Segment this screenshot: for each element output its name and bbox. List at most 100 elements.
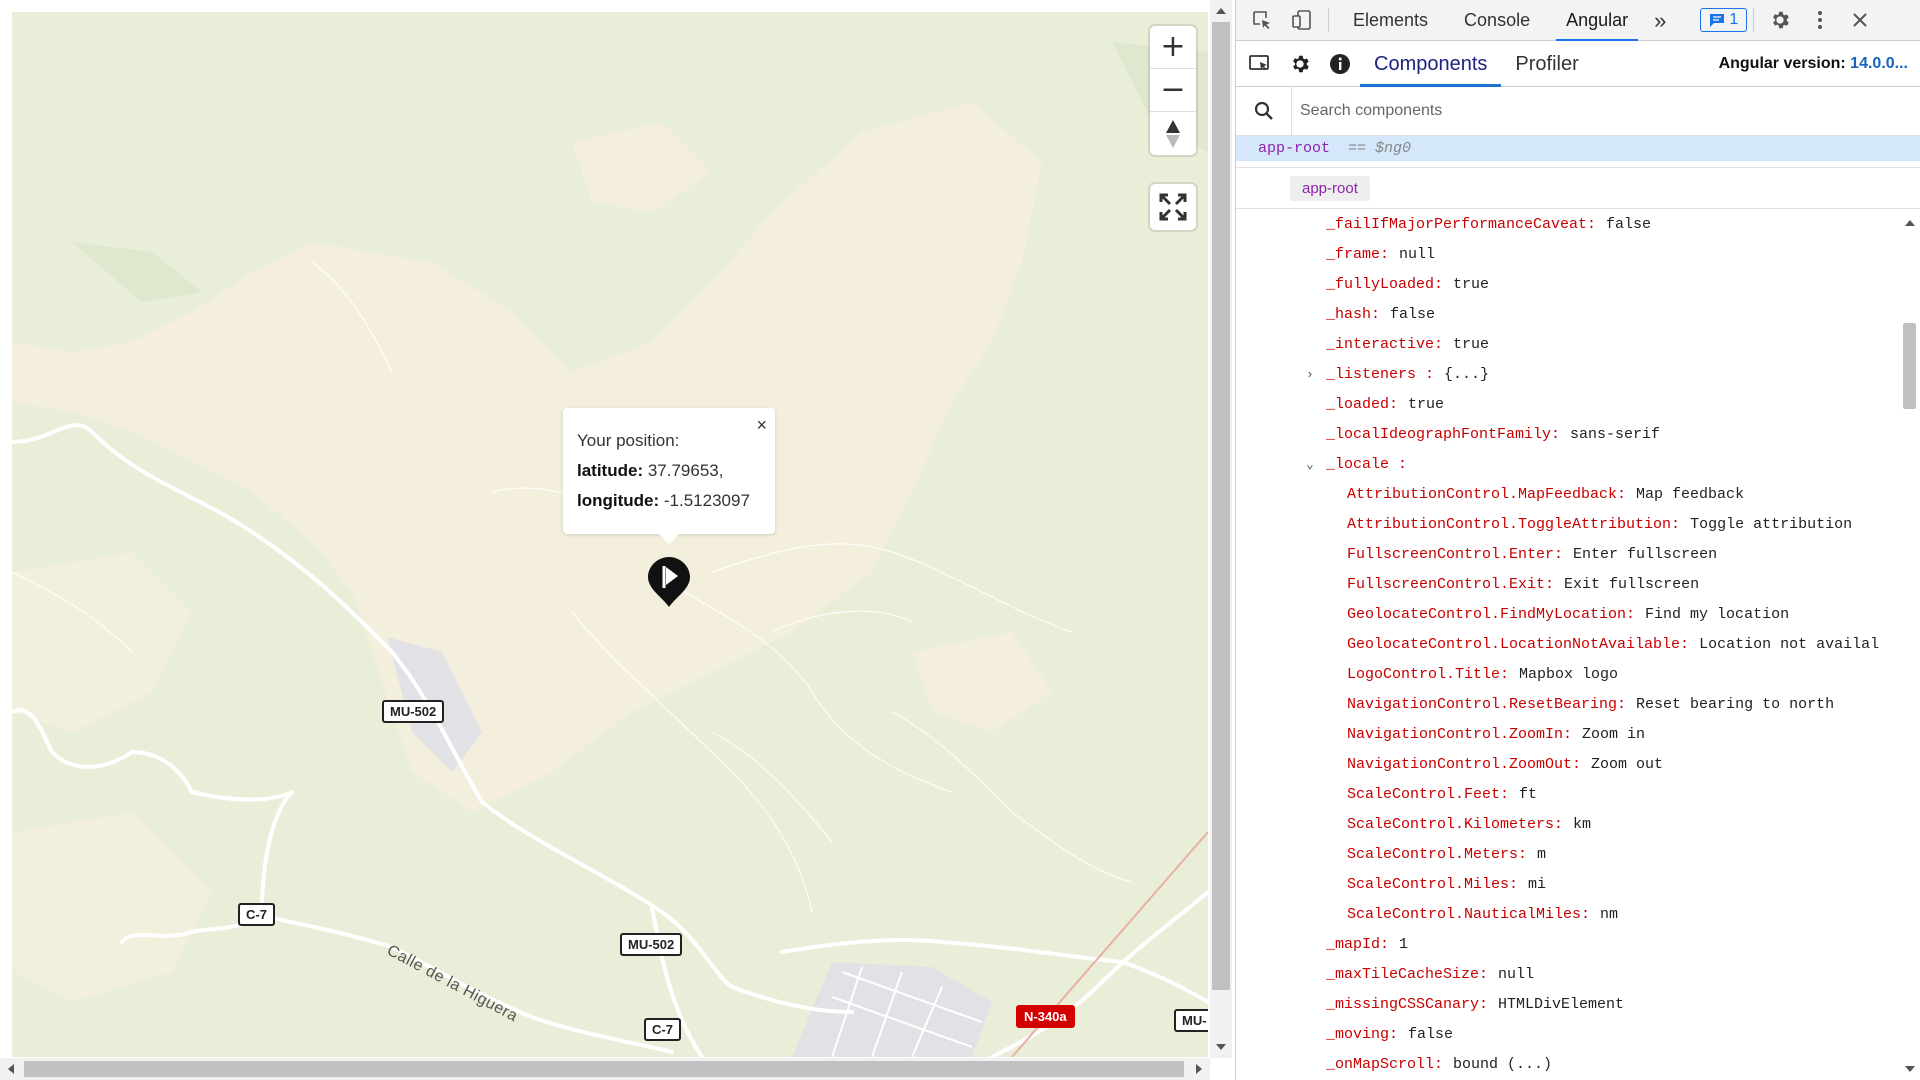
property-value: null <box>1498 966 1535 983</box>
position-popup: × Your position: latitude: 37.79653, lon… <box>563 408 775 544</box>
property-key: _listeners : <box>1326 366 1435 383</box>
property-row[interactable]: › _listeners : {...} <box>1236 360 1899 390</box>
property-key: _hash: <box>1326 306 1381 323</box>
property-key: AttributionControl.ToggleAttribution: <box>1347 516 1681 533</box>
map-canvas[interactable]: MU-502 MU-502 C-7 C-7 N-340a MU- Calle d… <box>12 12 1208 1057</box>
property-key: ScaleControl.Kilometers: <box>1347 816 1564 833</box>
close-devtools-icon[interactable] <box>1840 0 1880 40</box>
property-row: _moving: false <box>1236 1020 1899 1050</box>
property-value: km <box>1573 816 1592 833</box>
message-icon <box>1710 14 1725 27</box>
divider <box>1753 8 1755 32</box>
property-value: false <box>1408 1026 1454 1043</box>
zoom-in-button[interactable]: + <box>1150 26 1196 69</box>
scroll-down-icon[interactable] <box>1216 1044 1226 1050</box>
property-row: _frame: null <box>1236 240 1899 270</box>
kebab-menu-icon[interactable] <box>1800 0 1840 40</box>
property-row: _localIdeographFontFamily: sans-serif <box>1236 420 1899 450</box>
issues-count: 1 <box>1729 11 1739 28</box>
map-pane: MU-502 MU-502 C-7 C-7 N-340a MU- Calle d… <box>0 0 1235 1080</box>
device-toolbar-icon[interactable] <box>1282 0 1322 40</box>
scroll-down-icon[interactable] <box>1905 1066 1915 1072</box>
zoom-out-button[interactable]: − <box>1150 69 1196 112</box>
search-input[interactable] <box>1292 102 1852 120</box>
property-key: _loaded: <box>1326 396 1399 413</box>
property-value: Mapbox logo <box>1519 666 1619 683</box>
property-key: _moving: <box>1326 1026 1399 1043</box>
scroll-up-icon[interactable] <box>1216 8 1226 14</box>
property-row: _failIfMajorPerformanceCaveat: false <box>1236 210 1899 240</box>
property-key: _frame: <box>1326 246 1390 263</box>
property-key: _fullyLoaded: <box>1326 276 1444 293</box>
tab-angular[interactable]: Angular <box>1548 0 1646 41</box>
issues-badge[interactable]: 1 <box>1700 8 1748 32</box>
compass-icon <box>1166 119 1180 148</box>
property-value: false <box>1606 216 1652 233</box>
property-key: _maxTileCacheSize: <box>1326 966 1489 983</box>
property-value: Map feedback <box>1636 486 1745 503</box>
property-value: Enter fullscreen <box>1573 546 1718 563</box>
tab-console[interactable]: Console <box>1446 0 1548 41</box>
close-icon[interactable]: × <box>756 410 767 440</box>
scrollbar-thumb[interactable] <box>24 1061 1184 1077</box>
property-value: HTMLDivElement <box>1498 996 1625 1013</box>
property-value: Exit fullscreen <box>1564 576 1700 593</box>
plus-icon: + <box>1160 29 1186 64</box>
property-key: ScaleControl.Miles: <box>1347 876 1519 893</box>
property-value: sans-serif <box>1570 426 1661 443</box>
property-row: _missingCSSCanary: HTMLDivElement <box>1236 990 1899 1020</box>
property-row: _onMapScroll: bound (...) <box>1236 1050 1899 1080</box>
popup-latitude: latitude: 37.79653, <box>577 456 761 486</box>
properties-scrollbar[interactable] <box>1899 210 1919 1080</box>
property-key: NavigationControl.ZoomIn: <box>1347 726 1573 743</box>
more-tabs-icon[interactable]: » <box>1646 0 1674 41</box>
scroll-up-icon[interactable] <box>1905 220 1915 226</box>
road-shield-c7: C-7 <box>644 1018 681 1041</box>
tab-components[interactable]: Components <box>1360 41 1502 87</box>
road-shield-mu502: MU-502 <box>620 933 683 956</box>
breadcrumb: app-root <box>1236 167 1920 209</box>
settings-gear-icon[interactable] <box>1760 0 1800 40</box>
road-shield-c7: C-7 <box>238 903 275 926</box>
inspect-element-icon[interactable] <box>1242 0 1282 40</box>
property-value: nm <box>1600 906 1619 923</box>
scrollbar-thumb[interactable] <box>1212 22 1230 990</box>
property-value: null <box>1399 246 1436 263</box>
property-value: Location not availal <box>1699 636 1880 653</box>
property-key: GeolocateControl.LocationNotAvailable: <box>1347 636 1690 653</box>
property-row: _loaded: true <box>1236 390 1899 420</box>
page-vertical-scrollbar[interactable] <box>1210 0 1232 1058</box>
angular-settings-gear-icon[interactable] <box>1280 44 1320 84</box>
basemap <box>12 12 1208 1057</box>
road-shield-mu502: MU-502 <box>382 700 445 723</box>
tab-profiler[interactable]: Profiler <box>1501 41 1592 87</box>
breadcrumb-item[interactable]: app-root <box>1290 175 1370 201</box>
component-tree-node[interactable]: app-root == $ng0 <box>1236 136 1920 161</box>
property-row: _interactive: true <box>1236 330 1899 360</box>
scrollbar-thumb[interactable] <box>1903 323 1916 409</box>
property-row: GeolocateControl.LocationNotAvailable: Lo… <box>1236 630 1899 660</box>
property-key: _interactive: <box>1326 336 1444 353</box>
chevron-right-icon[interactable]: › <box>1306 360 1314 390</box>
chevron-down-icon[interactable]: ⌄ <box>1306 450 1314 480</box>
location-marker-icon[interactable] <box>646 555 692 609</box>
property-row: FullscreenControl.Exit: Exit fullscreen <box>1236 570 1899 600</box>
search-icon <box>1236 86 1292 136</box>
page-horizontal-scrollbar[interactable] <box>0 1058 1210 1080</box>
latitude-value: 37.79653, <box>647 461 724 480</box>
tab-elements[interactable]: Elements <box>1335 0 1446 41</box>
property-row[interactable]: ⌄ _locale : <box>1236 450 1899 480</box>
fullscreen-button[interactable] <box>1150 184 1196 230</box>
reset-bearing-button[interactable] <box>1150 112 1196 155</box>
scroll-left-icon[interactable] <box>8 1064 14 1074</box>
property-key: _onMapScroll: <box>1326 1056 1444 1073</box>
property-row: _mapId: 1 <box>1236 930 1899 960</box>
info-icon[interactable] <box>1320 44 1360 84</box>
tree-node-name: app-root <box>1258 140 1331 157</box>
property-value: Zoom in <box>1582 726 1646 743</box>
inspect-component-icon[interactable] <box>1240 44 1280 84</box>
property-row: NavigationControl.ZoomIn: Zoom in <box>1236 720 1899 750</box>
property-value: bound (...) <box>1453 1056 1553 1073</box>
road-shield-n340a: N-340a <box>1016 1005 1075 1028</box>
scroll-right-icon[interactable] <box>1196 1064 1202 1074</box>
